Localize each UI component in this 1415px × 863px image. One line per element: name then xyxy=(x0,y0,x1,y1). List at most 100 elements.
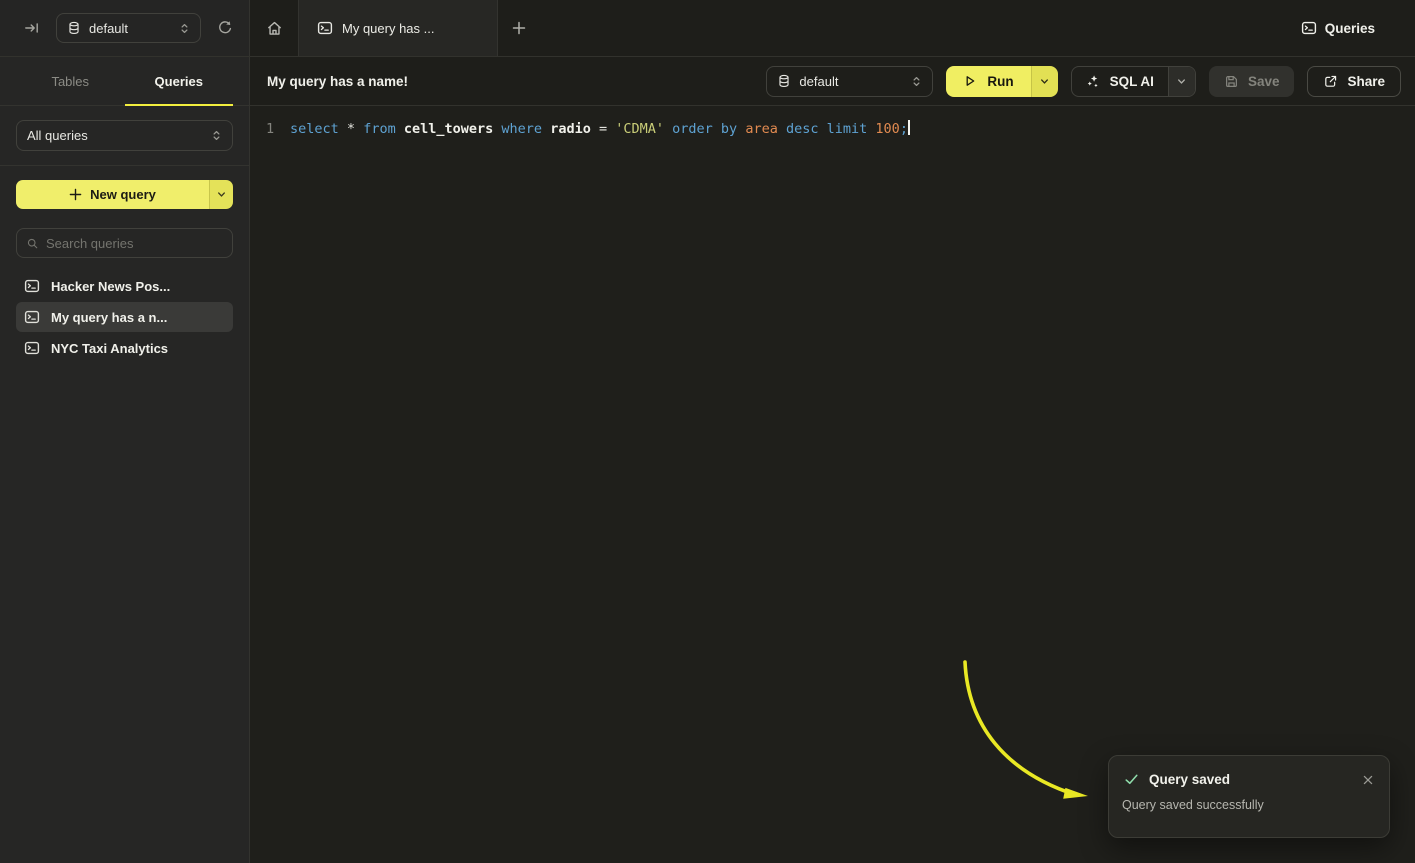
top-bar: default My query has ... Queries xyxy=(0,0,1415,57)
run-button[interactable]: Run xyxy=(946,66,1030,97)
collapse-sidebar-icon xyxy=(24,20,40,36)
code-token: where xyxy=(501,121,542,137)
sidebar: Tables Queries All queries New query xyxy=(0,57,250,863)
toast-query-saved: Query saved Query saved successfully xyxy=(1108,755,1390,838)
code-token: 100 xyxy=(875,121,899,137)
run-label: Run xyxy=(987,74,1013,89)
sidebar-tab-tables[interactable]: Tables xyxy=(16,57,125,105)
code-token xyxy=(396,121,404,137)
chevron-down-icon xyxy=(216,189,227,200)
toast-message: Query saved successfully xyxy=(1109,787,1389,812)
tab-strip: My query has ... xyxy=(250,0,540,56)
annotation-arrow xyxy=(940,652,1120,832)
code-token: from xyxy=(363,121,396,137)
home-icon xyxy=(266,20,283,37)
sql-code-line[interactable]: select * from cell_towers where radio = … xyxy=(290,119,910,139)
query-header: My query has a name! default Run xyxy=(250,57,1415,106)
save-icon xyxy=(1224,74,1239,89)
queries-filter-value: All queries xyxy=(27,128,88,143)
run-split-button: Run xyxy=(946,66,1057,97)
toast-close-button[interactable] xyxy=(1361,773,1375,787)
search-icon xyxy=(27,237,38,250)
code-token: area xyxy=(745,121,778,137)
query-terminal-icon xyxy=(24,340,40,356)
saved-query-item[interactable]: Hacker News Pos... xyxy=(16,271,233,301)
close-icon xyxy=(1363,775,1373,785)
queries-panel: New query Hacker News Pos... My query has… xyxy=(0,166,249,378)
code-token xyxy=(339,121,347,137)
saved-query-label: NYC Taxi Analytics xyxy=(51,341,168,356)
queries-label: Queries xyxy=(1325,21,1375,36)
chevrons-updown-icon xyxy=(179,23,190,34)
save-label: Save xyxy=(1248,74,1280,89)
check-icon xyxy=(1124,772,1139,787)
run-options-button[interactable] xyxy=(1031,66,1058,97)
code-token: 'CDMA' xyxy=(615,121,664,137)
sql-editor[interactable]: 1 select * from cell_towers where radio … xyxy=(250,106,1415,139)
chevrons-updown-icon xyxy=(911,76,922,87)
new-query-button[interactable]: New query xyxy=(16,180,209,209)
search-queries-input[interactable] xyxy=(46,236,222,251)
saved-query-list: Hacker News Pos... My query has a n... NYC… xyxy=(16,271,233,363)
new-query-label: New query xyxy=(90,187,156,202)
query-toolbar: default Run xyxy=(766,66,1401,97)
tab-my-query[interactable]: My query has ... xyxy=(298,0,498,56)
sql-ai-split-button: SQL AI xyxy=(1071,66,1196,97)
save-button[interactable]: Save xyxy=(1209,66,1295,97)
main-area: My query has a name! default Run xyxy=(250,57,1415,863)
share-button[interactable]: Share xyxy=(1307,66,1401,97)
queries-filter-select[interactable]: All queries xyxy=(16,120,233,151)
query-terminal-icon xyxy=(24,278,40,294)
sql-ai-button[interactable]: SQL AI xyxy=(1072,67,1168,96)
sql-console-app: default My query has ... Queries xyxy=(0,0,1415,863)
chevrons-updown-icon xyxy=(211,130,222,141)
top-bar-left: default xyxy=(0,0,250,56)
share-label: Share xyxy=(1347,74,1385,89)
code-token xyxy=(542,121,550,137)
search-queries-box xyxy=(16,228,233,258)
code-token: order xyxy=(672,121,713,137)
new-query-dropdown-button[interactable] xyxy=(209,180,233,209)
tab-label: My query has ... xyxy=(342,21,434,36)
saved-query-label: Hacker News Pos... xyxy=(51,279,170,294)
query-terminal-icon xyxy=(24,309,40,325)
text-cursor xyxy=(908,120,910,135)
line-number: 1 xyxy=(250,119,290,139)
database-icon xyxy=(67,21,81,35)
toast-title: Query saved xyxy=(1149,772,1230,787)
topbar-database-selector[interactable]: default xyxy=(56,13,201,43)
code-token: desc xyxy=(786,121,819,137)
code-token xyxy=(713,121,721,137)
database-icon xyxy=(777,74,791,88)
play-icon xyxy=(963,74,977,88)
toolbar-database-selector[interactable]: default xyxy=(766,66,933,97)
code-token: cell_towers xyxy=(404,121,493,137)
sql-ai-options-button[interactable] xyxy=(1168,67,1195,96)
saved-query-item[interactable]: My query has a n... xyxy=(16,302,233,332)
sidebar-tab-queries[interactable]: Queries xyxy=(125,57,234,105)
home-button[interactable] xyxy=(250,0,298,56)
queries-filter-block: All queries xyxy=(0,106,249,166)
saved-query-label: My query has a n... xyxy=(51,310,167,325)
code-token xyxy=(355,121,363,137)
queries-terminal-icon xyxy=(1301,20,1317,36)
code-token: * xyxy=(347,121,355,137)
new-tab-button[interactable] xyxy=(498,0,540,56)
code-token: limit xyxy=(827,121,868,137)
code-token: = xyxy=(591,121,615,137)
new-query-split-button: New query xyxy=(16,180,233,209)
database-selector-value: default xyxy=(89,21,128,36)
sql-ai-label: SQL AI xyxy=(1110,74,1154,89)
plus-icon xyxy=(512,21,526,35)
code-token: ; xyxy=(900,121,908,137)
plus-icon xyxy=(69,188,82,201)
code-token: radio xyxy=(550,121,591,137)
chevron-down-icon xyxy=(1176,76,1187,87)
code-token xyxy=(778,121,786,137)
toolbar-database-value: default xyxy=(799,74,838,89)
refresh-button[interactable] xyxy=(213,16,237,40)
saved-query-item[interactable]: NYC Taxi Analytics xyxy=(16,333,233,363)
sidebar-collapse-button[interactable] xyxy=(20,16,44,40)
sidebar-tabs: Tables Queries xyxy=(0,57,249,106)
sparkles-icon xyxy=(1086,74,1101,89)
